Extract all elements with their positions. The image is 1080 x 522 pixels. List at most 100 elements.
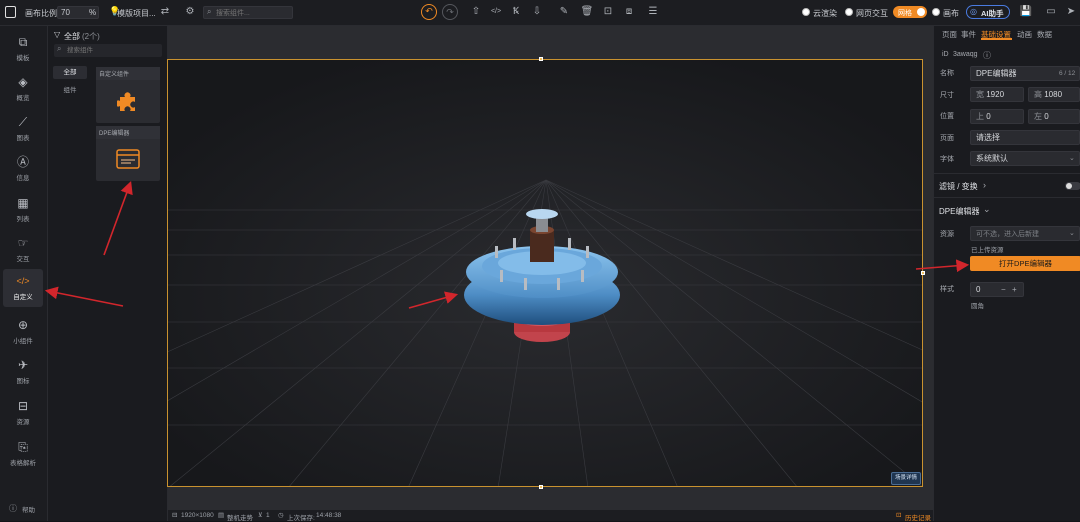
tab-events[interactable]: 事件 bbox=[961, 29, 976, 40]
interaction-icon: ☞ bbox=[17, 236, 29, 250]
cloud-render-toggle[interactable] bbox=[802, 8, 810, 16]
rail-item-info[interactable]: Ⓐ 信息 bbox=[3, 150, 43, 188]
redo-icon[interactable]: ↷ bbox=[442, 4, 458, 20]
puzzle-icon bbox=[117, 92, 135, 111]
component-search-bar[interactable]: ⌕ bbox=[54, 44, 162, 57]
style-value: 0 bbox=[976, 285, 981, 294]
format-icon[interactable]: Ꝅ bbox=[509, 5, 523, 19]
save-icon[interactable]: 💾 bbox=[1019, 5, 1033, 19]
swap-icon[interactable]: ⇄ bbox=[158, 5, 172, 19]
chevron-down-icon: ⌄ bbox=[1069, 155, 1075, 162]
resolution-text: 1920×1080 bbox=[181, 512, 214, 519]
export-icon[interactable]: ⇧ bbox=[469, 5, 483, 19]
help-button[interactable]: ⓘ 帮助 bbox=[9, 503, 39, 515]
divider bbox=[934, 197, 1080, 198]
rail-item-resource[interactable]: ⊟ 资源 bbox=[3, 394, 43, 432]
dpe-section[interactable]: DPE编辑器 bbox=[939, 206, 979, 217]
rail-item-custom[interactable]: </> 自定义 bbox=[3, 269, 43, 307]
plus-icon[interactable]: + bbox=[1012, 283, 1017, 296]
filter-toggle[interactable] bbox=[1065, 182, 1080, 190]
font-select-value: 系统默认 bbox=[976, 154, 1008, 163]
scene-stage[interactable]: 场景详情 bbox=[167, 59, 923, 487]
component-card-dpe[interactable]: DPE编辑器 bbox=[96, 126, 160, 181]
component-panel: ▽ 全部 (2个) ⌕ 全部 组件 自定义组件 DPE编辑器 bbox=[48, 26, 168, 521]
saved-time: 14:48:38 bbox=[316, 512, 342, 519]
filter-all[interactable]: 全部 bbox=[53, 66, 87, 79]
style-stepper[interactable]: 0 − + bbox=[970, 282, 1024, 297]
ai-assistant-button[interactable]: ◎ AI助手 bbox=[966, 5, 1010, 19]
help-icon: ⓘ bbox=[9, 504, 17, 513]
page-select-value: 请选择 bbox=[976, 133, 1000, 142]
minus-icon[interactable]: − bbox=[1001, 283, 1006, 296]
component-search-input[interactable] bbox=[67, 45, 157, 55]
rail-item-label: 信息 bbox=[16, 175, 30, 182]
search-icon: ⌕ bbox=[207, 7, 212, 16]
rail-item-overview[interactable]: ◈ 概览 bbox=[3, 70, 43, 108]
left-field[interactable]: 左 0 bbox=[1028, 109, 1080, 124]
tab-animation[interactable]: 动画 bbox=[1017, 29, 1032, 40]
scale-input[interactable]: 70 % bbox=[57, 6, 99, 19]
font-select[interactable]: 系统默认 ⌄ bbox=[970, 151, 1080, 166]
resize-handle-bottom[interactable] bbox=[539, 485, 543, 489]
frame-icon[interactable]: ⊡ bbox=[601, 5, 615, 19]
preview-icon[interactable]: ▭ bbox=[1044, 5, 1058, 19]
component-card-custom[interactable]: 自定义组件 bbox=[96, 67, 160, 123]
rail-item-label: 表格解析 bbox=[10, 460, 36, 467]
rail-item-table[interactable]: ▦ 列表 bbox=[3, 191, 43, 229]
code-icon: </> bbox=[16, 276, 30, 286]
browser-window-icon bbox=[116, 149, 140, 169]
name-field[interactable]: DPE编辑器 6 / 12 bbox=[970, 66, 1080, 81]
code-view-icon[interactable]: </> bbox=[489, 5, 503, 19]
scale-unit: % bbox=[89, 8, 97, 17]
rail-item-marker[interactable]: ✈ 图标 bbox=[3, 353, 43, 391]
chevron-right-icon: › bbox=[983, 180, 986, 190]
scene-detail-badge[interactable]: 场景详情 bbox=[891, 472, 921, 485]
width-field[interactable]: 宽 1920 bbox=[970, 87, 1024, 102]
canvas-toggle[interactable] bbox=[932, 8, 940, 16]
publish-icon[interactable]: ➤ bbox=[1064, 5, 1078, 19]
filter-components[interactable]: 组件 bbox=[53, 84, 87, 97]
tab-page[interactable]: 页面 bbox=[942, 29, 957, 40]
left-value: 0 bbox=[1044, 112, 1049, 121]
resize-handle-top[interactable] bbox=[539, 57, 543, 61]
rail-item-chart[interactable]: ⟋ 图表 bbox=[3, 110, 43, 148]
top-field[interactable]: 上 0 bbox=[970, 109, 1024, 124]
resource-select[interactable]: 可不选，进入后新建 ⌄ bbox=[970, 226, 1080, 241]
filter-toggle-knob bbox=[1066, 183, 1072, 189]
filter-transform-section[interactable]: 滤镜 / 变换 bbox=[939, 181, 978, 192]
crop-icon[interactable]: ⧈ bbox=[622, 5, 636, 19]
search-input[interactable] bbox=[216, 8, 290, 18]
name-label: 名称 bbox=[940, 70, 954, 77]
divider bbox=[934, 173, 1080, 174]
rail-item-interaction[interactable]: ☞ 交互 bbox=[3, 231, 43, 269]
rail-item-widget[interactable]: ⊕ 小组件 bbox=[3, 313, 43, 351]
delete-icon[interactable]: 🗑 bbox=[580, 5, 594, 19]
align-icon[interactable]: ☰ bbox=[646, 5, 660, 19]
web-interaction-toggle[interactable] bbox=[845, 8, 853, 16]
top-toolbar: 画布比例 70 % 💡 模版项目... ⇄ ⚙ ⌕ ↶ ↷ ⇧ </> Ꝅ ⇩ … bbox=[0, 0, 1080, 26]
active-tab-indicator bbox=[981, 38, 1012, 40]
search-bar[interactable]: ⌕ bbox=[203, 6, 293, 19]
open-dpe-editor-button[interactable]: 打开DPE编辑器 bbox=[970, 256, 1080, 271]
download-icon[interactable]: ⇩ bbox=[530, 5, 544, 19]
undo-icon[interactable]: ↶ bbox=[421, 4, 437, 20]
rail-item-parse[interactable]: ⎘ 表格解析 bbox=[3, 435, 43, 473]
template-project-button[interactable]: 模版项目... bbox=[117, 8, 156, 19]
rail-item-template[interactable]: ⧉ 模板 bbox=[3, 30, 43, 68]
app-logo-icon bbox=[5, 6, 16, 18]
grid-toggle[interactable]: 网格 bbox=[893, 6, 927, 18]
brush-icon[interactable]: ✎ bbox=[557, 5, 571, 19]
ai-assistant-label: AI助手 bbox=[981, 9, 1004, 18]
page-select[interactable]: 请选择 bbox=[970, 130, 1080, 145]
height-field[interactable]: 高 1080 bbox=[1028, 87, 1080, 102]
table-icon: ▦ bbox=[17, 196, 29, 210]
settings-icon[interactable]: ⚙ bbox=[183, 5, 197, 19]
scene-3d-viewport[interactable] bbox=[168, 60, 923, 487]
properties-panel: 页面 事件 基础设置 动画 数据 iD 3awaqg ⓘ 名称 DPE编辑器 6… bbox=[933, 26, 1080, 521]
canvas-label: 画布 bbox=[943, 9, 959, 18]
rail-item-label: 自定义 bbox=[13, 294, 33, 301]
resize-handle-right[interactable] bbox=[921, 271, 925, 275]
tab-data[interactable]: 数据 bbox=[1037, 29, 1052, 40]
question-icon[interactable]: ⓘ bbox=[983, 50, 991, 61]
rail-item-label: 概览 bbox=[16, 95, 30, 102]
